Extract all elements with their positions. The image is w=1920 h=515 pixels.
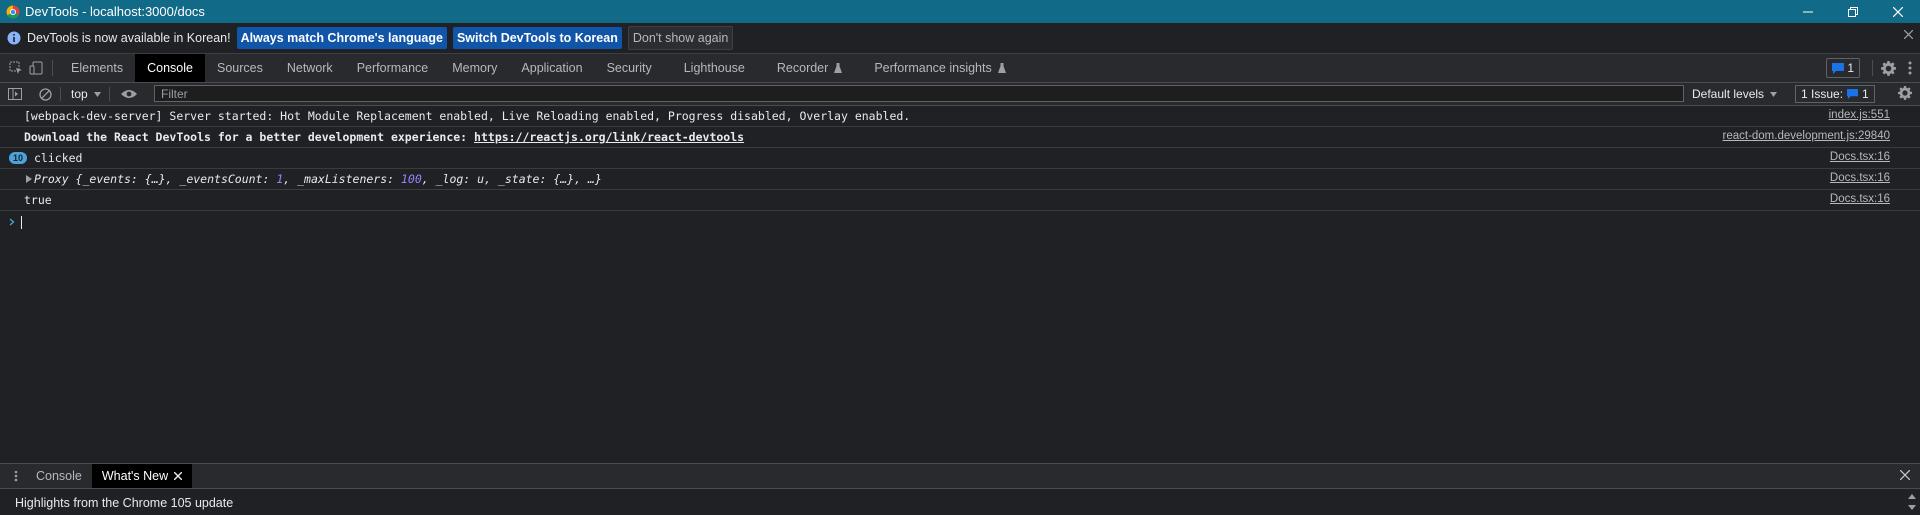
- tab-elements[interactable]: Elements: [59, 54, 135, 82]
- whats-new-heading: Highlights from the Chrome 105 update: [15, 496, 234, 510]
- log-row: true Docs.tsx:16: [0, 190, 1920, 211]
- console-prompt[interactable]: [0, 211, 1920, 233]
- restore-button[interactable]: [1830, 0, 1875, 23]
- scroll-arrows-icon[interactable]: [1908, 493, 1916, 511]
- minimize-button[interactable]: [1785, 0, 1830, 23]
- context-selector[interactable]: top: [71, 87, 101, 101]
- message-icon: [1832, 62, 1845, 74]
- log-row: [webpack-dev-server] Server started: Hot…: [0, 106, 1920, 127]
- log-levels-dropdown[interactable]: Default levels: [1692, 83, 1778, 105]
- infobar-message: DevTools is now available in Korean!: [27, 31, 231, 45]
- tab-sources[interactable]: Sources: [205, 54, 275, 82]
- filter-input[interactable]: Filter: [154, 85, 1684, 102]
- info-icon: [7, 31, 21, 45]
- repeat-count-badge: 10: [9, 152, 27, 164]
- flask-icon: [834, 63, 843, 73]
- log-object-preview: Proxy {_events: {…}, _eventsCount: 1, _m…: [34, 172, 602, 186]
- object-props: , _log: u, _state: {…}, …}: [421, 172, 602, 186]
- log-source-link[interactable]: index.js:551: [1829, 109, 1890, 121]
- drawer-tab-whats-new[interactable]: What's New: [91, 464, 193, 488]
- more-options-icon[interactable]: [1908, 61, 1912, 75]
- react-devtools-link[interactable]: https://reactjs.org/link/react-devtools: [474, 130, 744, 144]
- tab-network[interactable]: Network: [275, 54, 345, 82]
- language-infobar: DevTools is now available in Korean! Alw…: [0, 23, 1920, 54]
- live-expression-eye-icon[interactable]: [118, 83, 140, 105]
- prompt-chevron-icon: [9, 218, 15, 226]
- chrome-logo-icon: [6, 5, 20, 19]
- issues-count: 1: [1862, 87, 1869, 101]
- whats-new-panel: Highlights from the Chrome 105 update: [0, 489, 1920, 515]
- settings-gear-icon[interactable]: [1881, 60, 1896, 76]
- inspect-element-icon[interactable]: [6, 54, 26, 82]
- log-source-link[interactable]: Docs.tsx:16: [1830, 172, 1890, 184]
- clear-console-icon[interactable]: [34, 83, 56, 105]
- messages-count: 1: [1847, 61, 1854, 75]
- log-row[interactable]: Proxy {_events: {…}, _eventsCount: 1, _m…: [0, 169, 1920, 190]
- tab-recorder-label: Recorder: [776, 61, 829, 75]
- tab-performance-insights-label: Performance insights: [874, 61, 992, 75]
- chevron-down-icon: [1770, 91, 1778, 97]
- log-row: Download the React DevTools for a better…: [0, 127, 1920, 148]
- tab-performance-insights[interactable]: Performance insights: [854, 54, 1017, 82]
- tab-memory[interactable]: Memory: [440, 54, 509, 82]
- tab-recorder[interactable]: Recorder: [757, 54, 854, 82]
- object-class-name: Proxy: [34, 172, 69, 186]
- drawer-tab-console[interactable]: Console: [24, 464, 92, 488]
- console-log: [webpack-dev-server] Server started: Hot…: [0, 106, 1920, 233]
- main-tab-bar: Elements Console Sources Network Perform…: [0, 54, 1920, 83]
- object-number: 100: [400, 172, 422, 186]
- window-title: DevTools - localhost:3000/docs: [25, 4, 205, 19]
- tab-security[interactable]: Security: [595, 54, 664, 82]
- log-row: 10 clicked Docs.tsx:16: [0, 148, 1920, 169]
- tab-lighthouse[interactable]: Lighthouse: [664, 54, 757, 82]
- log-source-link[interactable]: react-dom.development.js:29840: [1723, 130, 1891, 142]
- context-label: top: [71, 87, 88, 101]
- log-text: Download the React DevTools for a better…: [24, 130, 475, 144]
- infobar-close-icon[interactable]: [1904, 30, 1913, 39]
- device-toolbar-icon[interactable]: [26, 54, 46, 82]
- title-bar: DevTools - localhost:3000/docs: [0, 0, 1920, 23]
- dont-show-again-button[interactable]: Don't show again: [627, 26, 734, 50]
- log-levels-label: Default levels: [1692, 87, 1765, 101]
- sidebar-toggle-icon[interactable]: [4, 83, 26, 105]
- message-icon: [1847, 89, 1858, 99]
- close-window-button[interactable]: [1875, 0, 1920, 23]
- log-message: Download the React DevTools for a better…: [24, 130, 744, 144]
- chevron-down-icon: [93, 91, 101, 97]
- log-message: [webpack-dev-server] Server started: Hot…: [24, 109, 911, 123]
- messages-badge[interactable]: 1: [1826, 58, 1860, 78]
- close-tab-icon[interactable]: [174, 472, 183, 480]
- log-source-link[interactable]: Docs.tsx:16: [1830, 193, 1890, 205]
- object-props: , _maxListeners:: [283, 172, 401, 186]
- tab-application[interactable]: Application: [509, 54, 594, 82]
- log-boolean-value: true: [24, 193, 52, 207]
- log-source-link[interactable]: Docs.tsx:16: [1830, 151, 1890, 163]
- tab-console[interactable]: Console: [135, 54, 205, 82]
- tab-performance[interactable]: Performance: [345, 54, 441, 82]
- close-drawer-icon[interactable]: [1900, 470, 1910, 480]
- console-toolbar: top Filter Default levels 1 Issue: 1: [0, 83, 1920, 106]
- drawer-tab-bar: Console What's New: [0, 463, 1920, 489]
- match-language-button[interactable]: Always match Chrome's language: [236, 27, 447, 49]
- restore-icon: [1847, 6, 1858, 17]
- close-icon: [1892, 6, 1903, 17]
- object-props: {_events: {…}, _eventsCount:: [68, 172, 277, 186]
- log-message: clicked: [34, 151, 83, 165]
- drawer-menu-icon[interactable]: [14, 470, 18, 482]
- drawer-tab-label: What's New: [101, 469, 169, 483]
- switch-korean-button[interactable]: Switch DevTools to Korean: [452, 27, 622, 49]
- flask-icon: [997, 63, 1006, 73]
- text-caret: [21, 215, 22, 229]
- minimize-icon: [1802, 11, 1813, 12]
- issues-label: 1 Issue:: [1801, 87, 1844, 101]
- issues-button[interactable]: 1 Issue: 1: [1795, 85, 1875, 103]
- expand-triangle-icon[interactable]: [26, 175, 32, 183]
- console-settings-gear-icon[interactable]: [1898, 86, 1912, 100]
